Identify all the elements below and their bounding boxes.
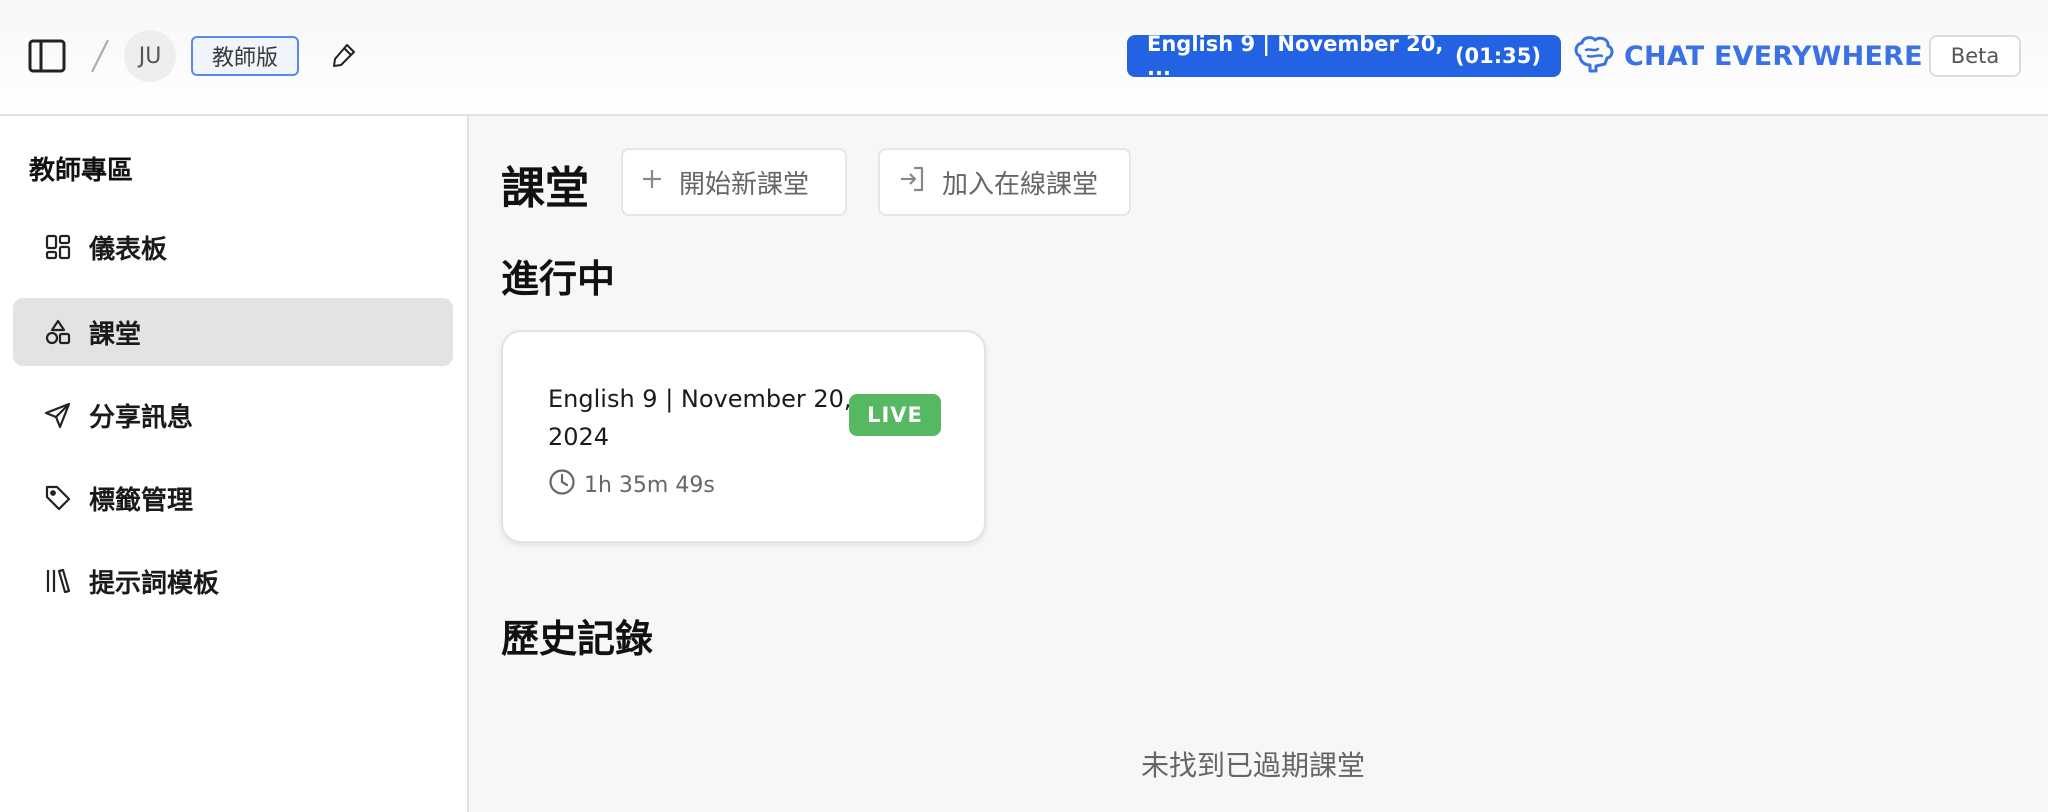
teacher-edition-badge: 教師版 <box>191 36 300 76</box>
pen-icon[interactable] <box>323 35 365 77</box>
page-title: 課堂 <box>501 163 589 214</box>
sidebar-item-tags[interactable]: 標籤管理 <box>13 464 453 532</box>
class-duration-text: 1h 35m 49s <box>584 472 715 498</box>
class-card-title: English 9 | November 20, 2024 <box>548 385 852 451</box>
sidebar-item-label: 分享訊息 <box>89 402 194 433</box>
shapes-icon <box>44 318 72 346</box>
header-left-group: JU 教師版 <box>26 28 365 84</box>
live-badge: LIVE <box>849 394 941 436</box>
top-bar: JU 教師版 English 9 | November 20, ... (01:… <box>0 0 2048 116</box>
session-title: English 9 | November 20, ... <box>1147 32 1444 80</box>
login-icon <box>898 165 926 200</box>
class-duration: 1h 35m 49s <box>548 468 715 502</box>
app-logo[interactable]: CHAT EVERYWHERE <box>1572 34 1923 78</box>
plus-icon <box>641 167 663 197</box>
tag-icon <box>44 484 72 512</box>
ongoing-class-card[interactable]: English 9 | November 20, 2024 LIVE 1h 35… <box>501 330 986 543</box>
library-icon <box>44 567 72 595</box>
clock-icon <box>548 468 576 502</box>
empty-history-message: 未找到已過期課堂 <box>1141 749 1366 782</box>
sidebar-nav: 儀表板 課堂 分享訊息 標籤管理 提示詞模板 <box>0 116 469 812</box>
sidebar-item-classroom[interactable]: 課堂 <box>13 298 453 366</box>
sidebar-toggle-icon[interactable] <box>26 35 68 77</box>
history-heading: 歷史記錄 <box>501 617 654 661</box>
dashboard-icon <box>44 233 72 261</box>
join-online-class-button[interactable]: 加入在線課堂 <box>878 148 1131 216</box>
session-timer: (01:35) <box>1454 44 1541 68</box>
sidebar-item-label: 標籤管理 <box>89 485 194 516</box>
beta-badge: Beta <box>1929 35 2021 77</box>
sidebar-item-label: 提示詞模板 <box>89 568 220 599</box>
sidebar-item-label: 儀表板 <box>89 234 168 265</box>
ongoing-heading: 進行中 <box>501 257 616 301</box>
start-new-class-label: 開始新課堂 <box>679 169 810 200</box>
send-icon <box>44 401 72 429</box>
sidebar-item-prompt-templates[interactable]: 提示詞模板 <box>13 547 453 615</box>
sidebar-item-dashboard[interactable]: 儀表板 <box>13 213 453 281</box>
sidebar-item-label: 課堂 <box>89 319 142 350</box>
slash-separator-icon <box>78 35 122 77</box>
start-new-class-button[interactable]: 開始新課堂 <box>621 148 847 216</box>
brain-icon <box>1572 34 1616 78</box>
sidebar-item-share-message[interactable]: 分享訊息 <box>13 381 453 449</box>
avatar[interactable]: JU <box>124 30 176 82</box>
active-session-button[interactable]: English 9 | November 20, ... (01:35) <box>1127 32 1561 80</box>
join-online-class-label: 加入在線課堂 <box>942 169 1099 200</box>
logo-text: CHAT EVERYWHERE <box>1624 40 1923 72</box>
main-content: 課堂 開始新課堂 加入在線課堂 進行中 English 9 | November… <box>471 116 2048 812</box>
